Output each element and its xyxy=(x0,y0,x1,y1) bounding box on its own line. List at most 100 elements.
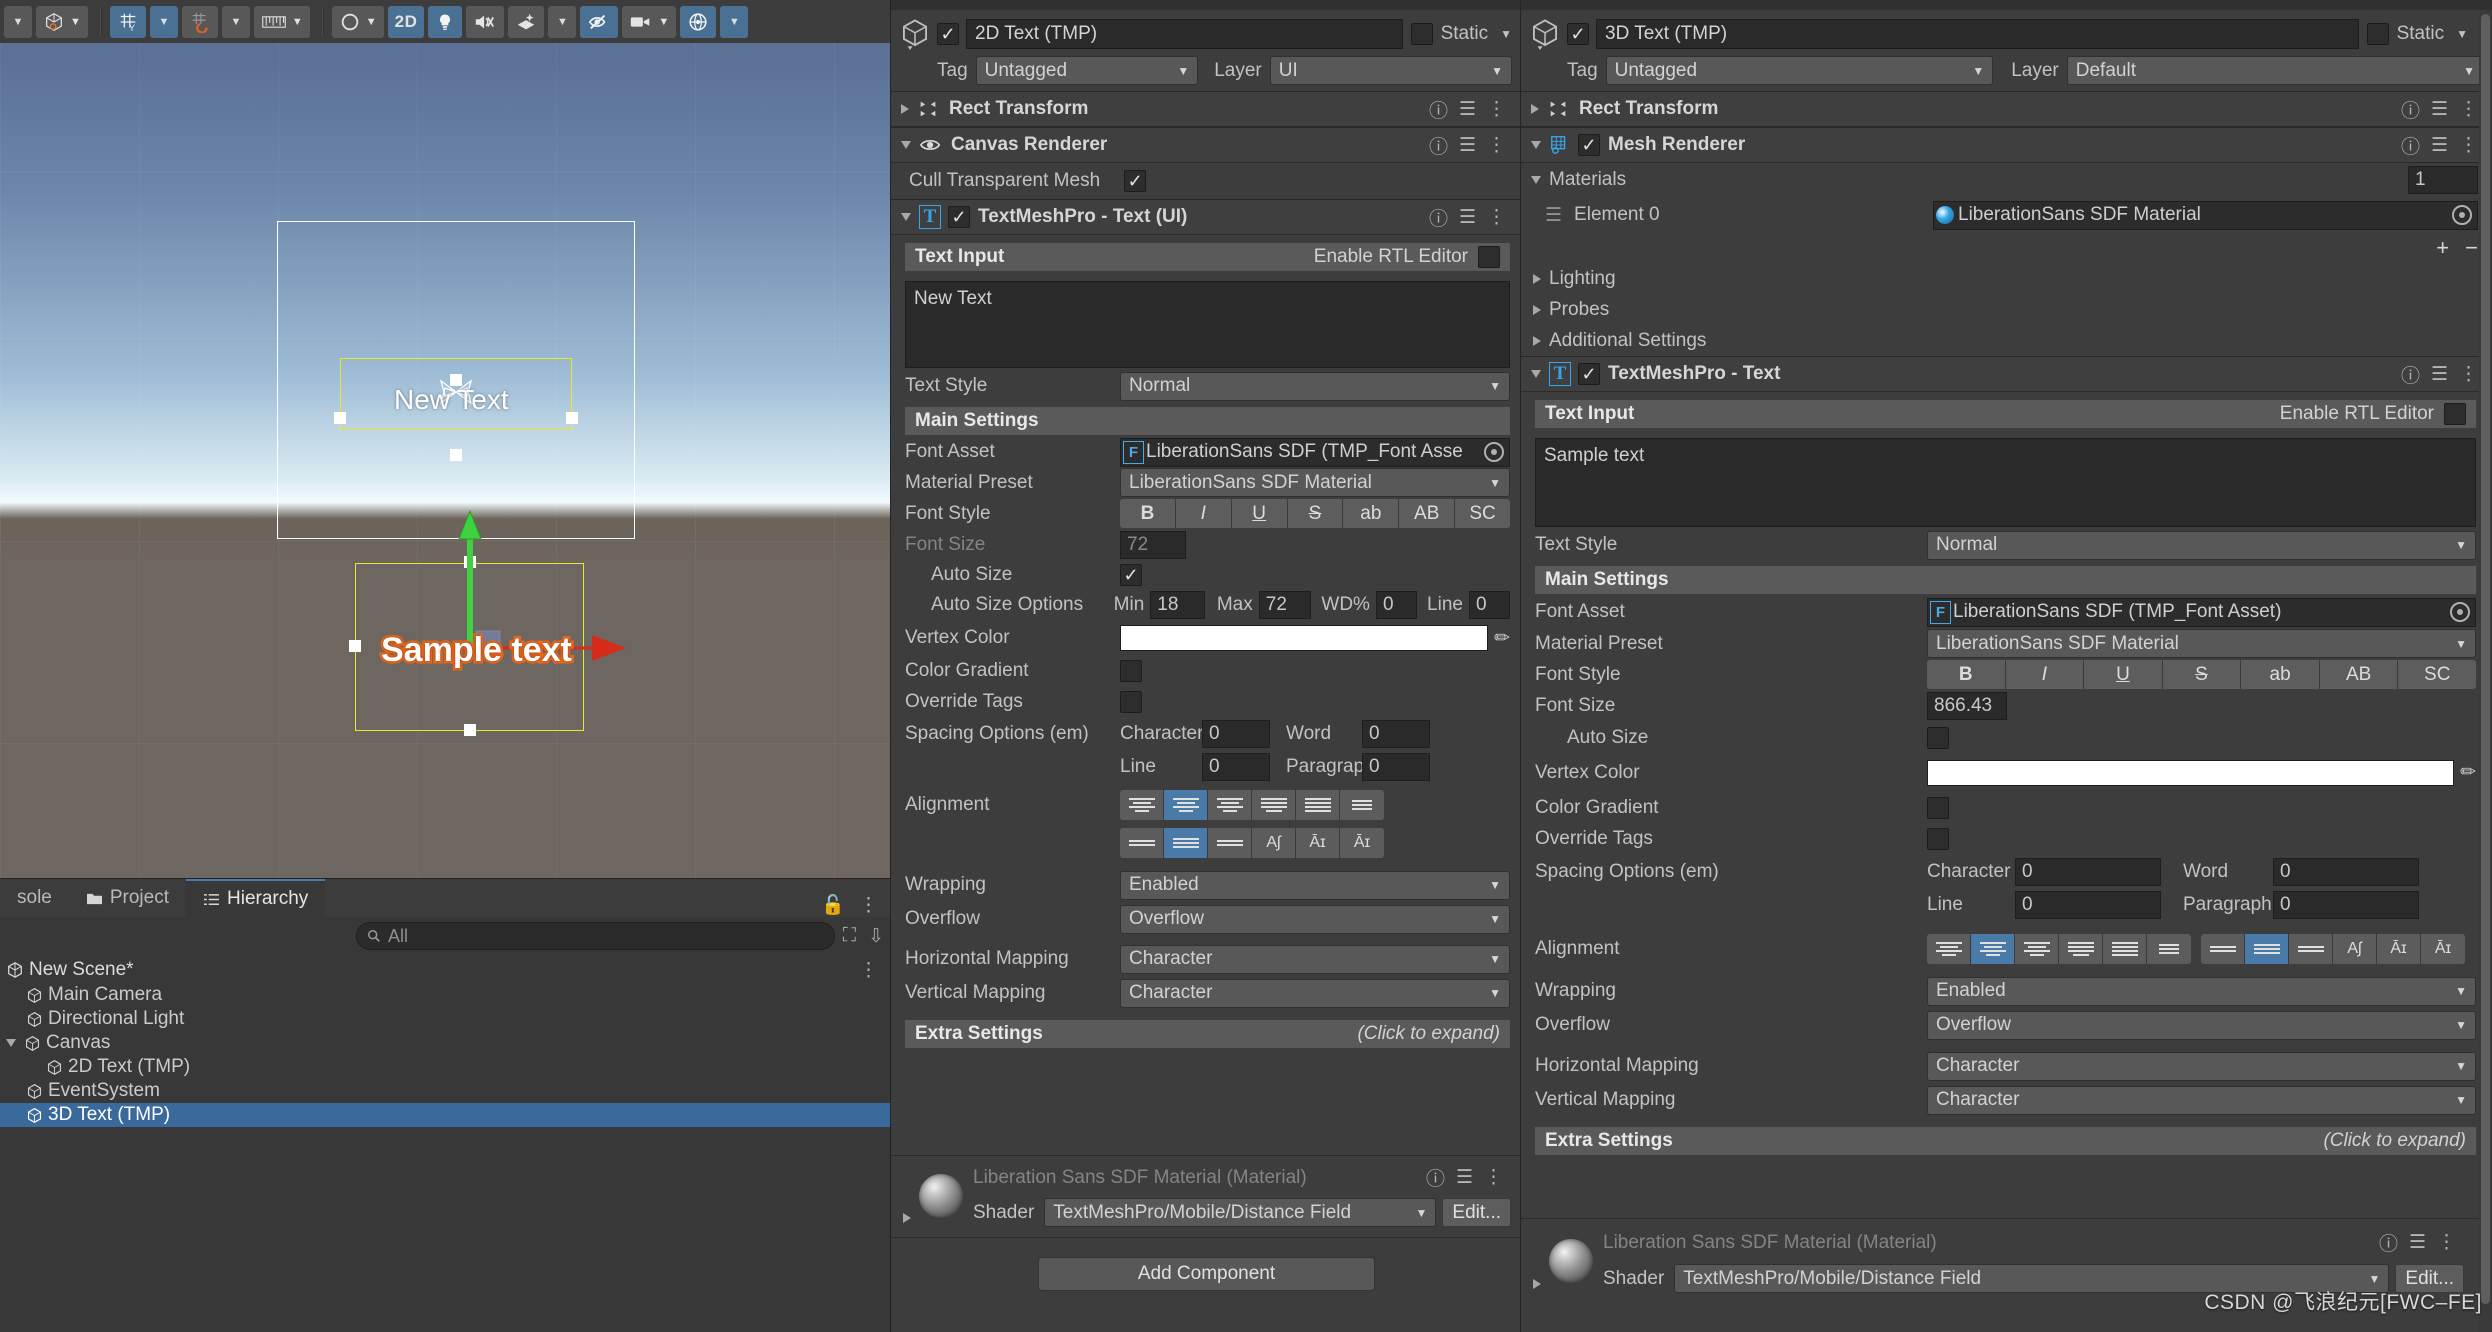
eyedropper-icon[interactable]: ✏ xyxy=(1494,627,1510,650)
lock-icon[interactable]: 🔓 xyxy=(821,893,845,917)
text-style-dropdown[interactable]: Normal ▼ xyxy=(1120,371,1510,401)
hierarchy-item-main-camera[interactable]: Main Camera xyxy=(0,983,890,1007)
font-style-uppercase[interactable]: AB xyxy=(1399,499,1456,528)
chevron-down-icon[interactable] xyxy=(1531,141,1541,149)
help-icon[interactable]: ⓘ xyxy=(2401,132,2420,159)
chevron-down-icon[interactable] xyxy=(1531,370,1541,378)
component-canvas-renderer[interactable]: Canvas Renderer ⓘ ☰ ⋮ xyxy=(891,127,1520,163)
chevron-down-icon[interactable] xyxy=(6,1039,16,1047)
shading-mode-button[interactable]: ▼ xyxy=(331,5,384,38)
inspector1-text-area[interactable]: New Text xyxy=(905,281,1510,368)
auto-max-field[interactable]: 72 xyxy=(1258,590,1312,619)
scene-gizmos-button[interactable] xyxy=(680,5,717,38)
hierarchy-item-directional-light[interactable]: Directional Light xyxy=(0,1007,890,1031)
font-style-lowercase[interactable]: ab xyxy=(2241,660,2320,689)
component-menu-icon[interactable]: ⋮ xyxy=(2437,1231,2456,1254)
align-left-button[interactable] xyxy=(1927,934,1971,964)
chevron-down-icon[interactable] xyxy=(901,141,911,149)
scene-visibility-button[interactable] xyxy=(580,5,619,38)
inspector1-material-header[interactable]: Liberation Sans SDF Material (Material) … xyxy=(899,1164,1511,1227)
help-icon[interactable]: ⓘ xyxy=(2379,1229,2398,1256)
tab-hierarchy[interactable]: Hierarchy xyxy=(186,879,326,917)
font-style-bold[interactable]: B xyxy=(1120,499,1176,528)
cull-transparent-mesh-checkbox[interactable] xyxy=(1124,170,1147,192)
scene-lighting-button[interactable] xyxy=(428,5,463,38)
shader-dropdown[interactable]: TextMeshPro/Mobile/Distance Field ▼ xyxy=(1044,1198,1437,1227)
foldout-additional-settings[interactable]: Additional Settings xyxy=(1521,325,2492,356)
grid-axis-button[interactable]: Y xyxy=(109,5,146,38)
valign-top-button[interactable] xyxy=(1120,828,1164,858)
chevron-right-icon[interactable] xyxy=(901,104,909,114)
font-style-smallcaps[interactable]: SC xyxy=(1455,499,1510,528)
valign-capline-button[interactable]: Āɪ xyxy=(1340,828,1384,858)
spacing-word-field[interactable]: 0 xyxy=(2273,857,2419,886)
valign-bottom-button[interactable] xyxy=(2289,934,2333,964)
vertex-color-swatch[interactable] xyxy=(1120,625,1489,651)
auto-wd-field[interactable]: 0 xyxy=(1375,590,1418,619)
wrapping-dropdown[interactable]: Enabled ▼ xyxy=(1120,870,1510,900)
overflow-dropdown[interactable]: Overflow ▼ xyxy=(1927,1010,2476,1040)
object-picker-icon[interactable] xyxy=(2452,205,2472,225)
horizontal-mapping-dropdown[interactable]: Character ▼ xyxy=(1927,1051,2476,1081)
foldout-lighting[interactable]: Lighting xyxy=(1521,263,2492,294)
valign-baseline-button[interactable]: Aʃ xyxy=(2333,934,2377,964)
align-justified-button[interactable] xyxy=(2059,934,2103,964)
inspector1-name-field[interactable]: 2D Text (TMP) xyxy=(966,19,1403,49)
tab-console[interactable]: sole xyxy=(0,879,69,917)
inspector1-layer-dropdown[interactable]: UI ▼ xyxy=(1269,56,1512,85)
tool-handle-rotation-caret[interactable]: ▼ xyxy=(4,5,32,38)
inspector2-enabled-checkbox[interactable] xyxy=(1567,23,1589,45)
color-gradient-checkbox[interactable] xyxy=(1120,660,1142,682)
inspector2-material-header[interactable]: Liberation Sans SDF Material (Material) … xyxy=(1529,1229,2464,1293)
rect-handle-bottom[interactable] xyxy=(450,449,462,461)
preset-icon[interactable]: ☰ xyxy=(1456,1166,1473,1189)
vertical-mapping-dropdown[interactable]: Character ▼ xyxy=(1120,978,1510,1008)
preset-icon[interactable]: ☰ xyxy=(2431,98,2448,121)
wrapping-dropdown[interactable]: Enabled ▼ xyxy=(1927,976,2476,1006)
add-material-button[interactable]: + xyxy=(2436,235,2449,261)
material-preset-dropdown[interactable]: LiberationSans SDF Material ▼ xyxy=(1927,629,2476,658)
snap-button[interactable] xyxy=(181,5,218,38)
preset-icon[interactable]: ☰ xyxy=(1459,206,1476,229)
scene-fx-caret[interactable]: ▼ xyxy=(548,5,577,38)
chevron-right-icon[interactable] xyxy=(1533,335,1541,346)
align-geometry-button[interactable] xyxy=(2147,934,2191,964)
font-style-smallcaps[interactable]: SC xyxy=(2398,660,2476,689)
scene-view[interactable]: New Text Sample text xyxy=(0,43,890,878)
hierarchy-item-3d-text[interactable]: 3D Text (TMP) xyxy=(0,1103,890,1127)
preset-icon[interactable]: ☰ xyxy=(1459,134,1476,157)
rect-handle-left[interactable] xyxy=(334,412,346,424)
sort-icon[interactable]: ⇩ xyxy=(868,925,884,948)
component-menu-icon[interactable]: ⋮ xyxy=(2459,363,2478,386)
component-menu-icon[interactable]: ⋮ xyxy=(2459,98,2478,121)
rtl-checkbox[interactable] xyxy=(1478,246,1500,268)
foldout-probes[interactable]: Probes xyxy=(1521,294,2492,325)
inspector1-text-input-header[interactable]: Text Input Enable RTL Editor xyxy=(905,243,1510,271)
static-dropdown-caret[interactable]: ▼ xyxy=(1500,27,1512,41)
spacing-line-field[interactable]: 0 xyxy=(1202,752,1270,781)
vertical-mapping-dropdown[interactable]: Character ▼ xyxy=(1927,1085,2476,1115)
eyedropper-icon[interactable]: ✏ xyxy=(2460,761,2476,784)
spacing-paragraph-field[interactable]: 0 xyxy=(2273,890,2419,919)
spacing-character-field[interactable]: 0 xyxy=(1202,720,1270,748)
font-style-strikethrough[interactable]: S xyxy=(1287,499,1344,528)
preset-icon[interactable]: ☰ xyxy=(2431,134,2448,157)
align-left-button[interactable] xyxy=(1120,790,1164,820)
inspector2-text-area[interactable]: Sample text xyxy=(1535,438,2476,527)
valign-top-button[interactable] xyxy=(2201,934,2245,964)
search-mode-icon[interactable]: ⛶ xyxy=(843,925,856,947)
hierarchy-item-canvas[interactable]: Canvas xyxy=(0,1031,890,1055)
preset-icon[interactable]: ☰ xyxy=(2431,363,2448,386)
chevron-right-icon[interactable] xyxy=(1531,104,1539,114)
static-dropdown-caret[interactable]: ▼ xyxy=(2456,27,2468,41)
auto-line-field[interactable]: 0 xyxy=(1468,590,1511,619)
object-picker-icon[interactable] xyxy=(1484,442,1504,462)
inspector2-tag-dropdown[interactable]: Untagged ▼ xyxy=(1605,56,1994,85)
component-menu-icon[interactable]: ⋮ xyxy=(2459,134,2478,157)
font-asset-field[interactable]: F LiberationSans SDF (TMP_Font Asse xyxy=(1120,437,1510,467)
help-icon[interactable]: ⓘ xyxy=(2401,361,2420,388)
material-preset-dropdown[interactable]: LiberationSans SDF Material ▼ xyxy=(1120,468,1510,497)
chevron-down-icon[interactable] xyxy=(901,213,911,221)
vertex-color-swatch[interactable] xyxy=(1927,759,2455,786)
font-style-underline[interactable]: U xyxy=(2084,660,2163,689)
